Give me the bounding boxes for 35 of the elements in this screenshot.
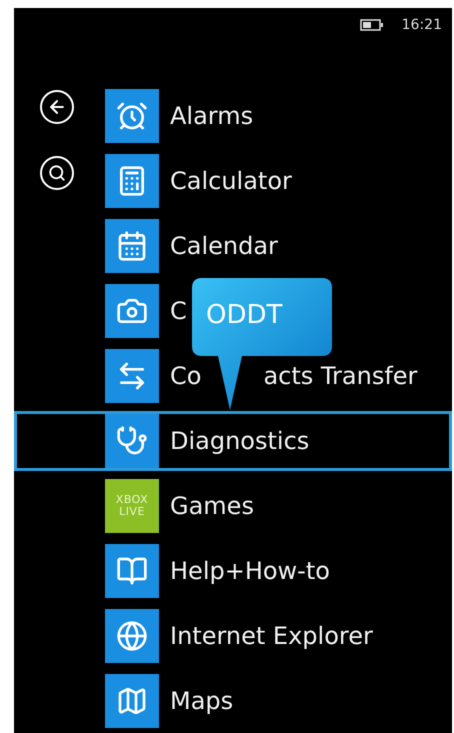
clock-time: 16:21	[402, 17, 442, 33]
app-label: Help+How-to	[170, 557, 330, 585]
app-list-item[interactable]: Co acts Transfer	[14, 346, 426, 406]
callout-text: ODDT	[206, 300, 282, 330]
battery-icon	[360, 19, 384, 31]
stethoscope-icon	[116, 425, 148, 457]
app-list-item[interactable]: Internet Explorer	[14, 606, 382, 666]
app-label: acts Transfer	[263, 362, 418, 390]
app-list-item[interactable]: Diagnostics	[14, 411, 452, 471]
app-label: C	[170, 297, 187, 325]
app-list-item[interactable]: Calendar	[14, 216, 287, 276]
app-list-item[interactable]: Help+How-to	[14, 541, 339, 601]
alarm-clock-icon	[116, 100, 148, 132]
search-icon	[48, 164, 66, 182]
app-label: Alarms	[170, 102, 254, 130]
app-list-item[interactable]: Maps	[14, 671, 242, 731]
app-label: Calculator	[170, 167, 292, 195]
tile-text: XBOX	[116, 494, 148, 506]
globe-icon	[116, 620, 148, 652]
app-label: Diagnostics	[170, 427, 310, 455]
book-icon	[116, 555, 148, 587]
app-label: Maps	[170, 687, 234, 715]
tile-text: LIVE	[119, 506, 145, 518]
map-icon	[116, 685, 148, 717]
calendar-icon	[116, 230, 148, 262]
search-button[interactable]	[40, 156, 74, 190]
back-button[interactable]	[40, 90, 74, 124]
app-list-item[interactable]: Alarms	[14, 86, 262, 146]
app-list-item[interactable]: C	[14, 281, 196, 341]
app-label: Co	[170, 362, 202, 390]
app-list-item[interactable]: XBOX LIVE Games	[14, 476, 263, 536]
app-label: Games	[170, 492, 254, 520]
app-list-item[interactable]: Calculator	[14, 151, 301, 211]
app-label: Calendar	[170, 232, 278, 260]
app-label: Internet Explorer	[170, 622, 373, 650]
